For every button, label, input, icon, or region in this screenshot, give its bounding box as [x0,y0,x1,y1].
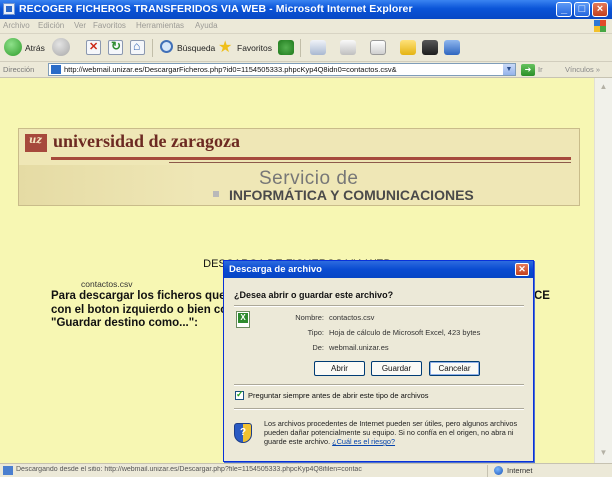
go-arrow-icon[interactable]: ➜ [521,64,535,76]
scroll-up-arrow-icon[interactable]: ▲ [597,80,610,94]
favorites-button-label[interactable]: Favoritos [237,43,272,53]
file-download-dialog: Descarga de archivo ✕ ¿Desea abrir o gua… [223,260,534,462]
file-type-label: Tipo: [307,328,324,337]
dialog-close-button[interactable]: ✕ [515,263,529,276]
status-text: Descargando desde el sitio: http://webma… [16,466,362,473]
menu-favoritos[interactable]: Favoritos [93,21,126,30]
chevron-down-icon[interactable]: ▼ [503,64,515,75]
excel-file-icon [236,311,250,328]
messenger-icon[interactable] [444,40,460,55]
logo-mark-icon: uz [29,135,42,146]
page-content: uz universidad de zaragoza Servicio de I… [0,78,594,463]
title-bar: RECOGER FICHEROS TRANSFERIDOS VIA WEB - … [0,0,612,19]
stop-icon[interactable] [86,40,101,55]
university-banner: uz universidad de zaragoza Servicio de I… [18,128,580,206]
loading-page-icon [3,466,13,475]
folder-icon[interactable] [400,40,416,55]
cancel-button[interactable]: Cancelar [429,361,480,376]
always-ask-label[interactable]: Preguntar siempre antes de abrir este ti… [248,391,429,400]
refresh-icon[interactable] [108,39,123,55]
dialog-divider [234,384,524,386]
search-button-label[interactable]: Búsqueda [177,43,215,53]
security-zone: Internet [507,466,533,475]
toolbar: Atrás Búsqueda ★ Favoritos [0,34,612,62]
browser-window: RECOGER FICHEROS TRANSFERIDOS VIA WEB - … [0,0,612,477]
address-bar: Dirección http://webmail.unizar.es/Desca… [0,62,612,78]
ie-app-icon [3,3,15,15]
banner-shade [19,165,199,205]
save-button[interactable]: Guardar [371,361,422,376]
dialog-divider [234,408,524,410]
toolbar-separator [152,39,153,57]
menu-herramientas[interactable]: Herramientas [136,21,184,30]
university-name: universidad de zaragoza [53,131,240,151]
always-ask-checkbox[interactable] [235,389,244,400]
home-icon[interactable] [130,39,145,55]
address-label: Dirección [3,65,35,74]
internet-globe-icon [494,466,503,475]
file-download-link[interactable]: contactos.csv [81,279,133,289]
file-source-label: De: [312,343,324,352]
address-url[interactable]: http://webmail.unizar.es/DescargarFicher… [64,65,397,74]
minimize-button[interactable]: _ [556,2,572,17]
security-warning: Los archivos procedentes de Internet pue… [264,419,524,446]
favorites-star-icon[interactable]: ★ [218,37,232,57]
back-arrow-icon[interactable] [4,38,22,56]
links-label[interactable]: Vínculos » [565,65,600,74]
file-name-value: contactos.csv [329,313,375,322]
banner-rule-thin [169,162,571,163]
menu-edicion[interactable]: Edición [38,21,64,30]
file-source-value: webmail.unizar.es [329,343,389,352]
menu-ver[interactable]: Ver [74,21,86,30]
windows-flag-icon [594,20,606,32]
dialog-question: ¿Desea abrir o guardar este archivo? [234,290,394,300]
forward-arrow-icon[interactable] [52,38,70,56]
open-button[interactable]: Abrir [314,361,365,376]
maximize-button[interactable]: □ [574,2,590,17]
security-shield-icon [234,423,252,443]
go-button-label[interactable]: Ir [538,65,543,74]
dialog-title-bar[interactable]: Descarga de archivo ✕ [224,261,533,278]
address-input[interactable]: http://webmail.unizar.es/DescargarFicher… [48,63,516,76]
banner-rule [51,157,571,160]
print-icon[interactable] [370,40,386,55]
dialog-title: Descarga de archivo [229,264,322,275]
dialog-divider [234,305,524,307]
status-separator [487,465,488,477]
back-button-label[interactable]: Atrás [25,43,45,53]
vertical-scrollbar[interactable]: ▲ ▼ [594,78,612,463]
page-icon [51,65,61,74]
menu-archivo[interactable]: Archivo [3,21,30,30]
media-icon[interactable] [278,40,294,55]
service-subtitle: INFORMÁTICA Y COMUNICACIONES [229,187,474,203]
file-type-value: Hoja de cálculo de Microsoft Excel, 423 … [329,328,481,337]
file-name-label: Nombre: [295,313,324,322]
menu-ayuda[interactable]: Ayuda [195,21,218,30]
window-title: RECOGER FICHEROS TRANSFERIDOS VIA WEB - … [19,3,413,15]
menu-bar: Archivo Edición Ver Favoritos Herramient… [0,19,612,34]
mail-icon[interactable] [340,40,356,55]
risk-help-link[interactable]: ¿Cuál es el riesgo? [332,437,395,446]
scroll-down-arrow-icon[interactable]: ▼ [597,446,610,460]
toolbar-separator [300,39,301,57]
research-icon[interactable] [422,40,438,55]
search-icon[interactable] [160,40,173,53]
bullet-icon [213,191,219,197]
links-text[interactable]: Vínculos [565,65,594,74]
history-icon[interactable] [310,40,326,55]
close-window-button[interactable]: × [592,2,608,17]
status-bar: Descargando desde el sitio: http://webma… [0,463,612,477]
